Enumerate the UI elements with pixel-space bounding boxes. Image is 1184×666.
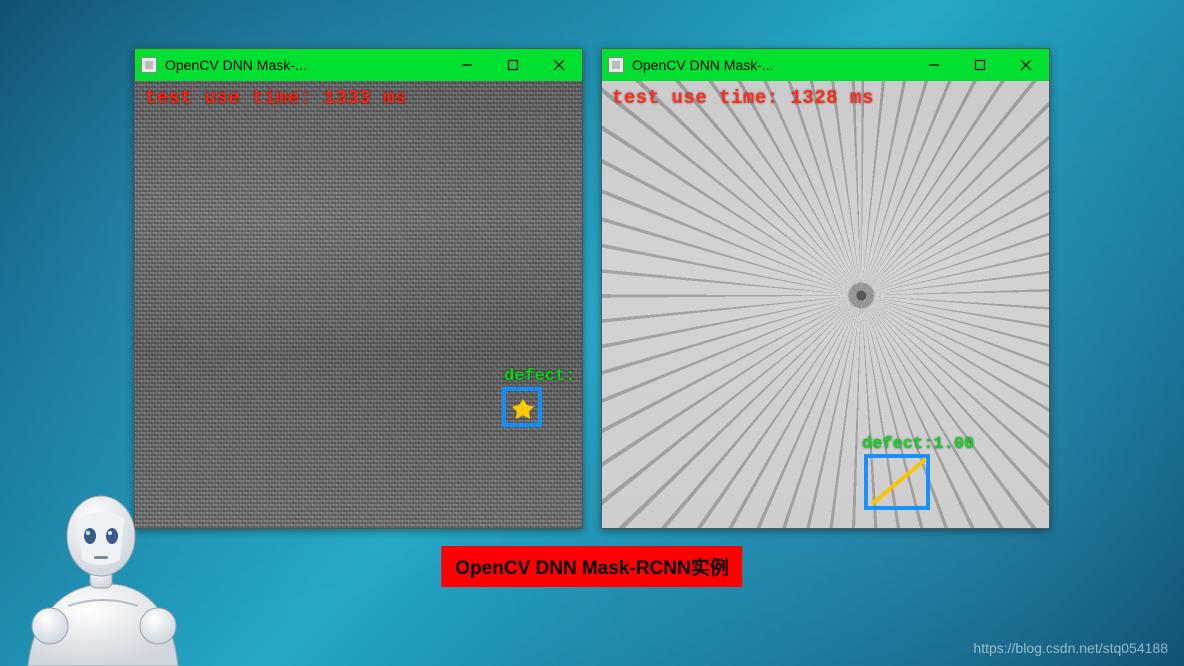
maximize-icon xyxy=(507,59,519,71)
detection-label: defect: xyxy=(504,367,575,386)
maximize-button[interactable] xyxy=(490,49,536,81)
timing-overlay: test use time: 1333 ms xyxy=(145,87,407,109)
window-title: OpenCV DNN Mask-... xyxy=(632,57,774,73)
minimize-button[interactable] xyxy=(444,49,490,81)
caption-banner: OpenCV DNN Mask-RCNN实例 xyxy=(441,546,742,587)
image-canvas: test use time: 1333 ms defect: xyxy=(135,81,582,528)
window-title: OpenCV DNN Mask-... xyxy=(165,57,307,73)
minimize-icon xyxy=(461,59,473,71)
detection-mask xyxy=(512,399,534,419)
detection-box xyxy=(864,454,930,510)
maximize-icon xyxy=(974,59,986,71)
maximize-button[interactable] xyxy=(957,49,1003,81)
close-button[interactable] xyxy=(536,49,582,81)
windows-container: OpenCV DNN Mask-... test use time: 1333 … xyxy=(0,48,1184,529)
titlebar[interactable]: OpenCV DNN Mask-... xyxy=(135,49,582,81)
detection-mask xyxy=(871,457,927,505)
close-icon xyxy=(1020,59,1032,71)
minimize-icon xyxy=(928,59,940,71)
close-icon xyxy=(553,59,565,71)
watermark-text: https://blog.csdn.net/stq054188 xyxy=(973,640,1168,656)
app-icon xyxy=(608,57,624,73)
detection-box xyxy=(502,387,542,427)
image-canvas: test use time: 1328 ms defect:1.00 xyxy=(602,81,1049,528)
timing-overlay: test use time: 1328 ms xyxy=(612,87,874,109)
app-icon xyxy=(141,57,157,73)
robot-mascot xyxy=(8,466,188,666)
robot-icon xyxy=(8,466,188,666)
app-window-right: OpenCV DNN Mask-... test use time: 1328 … xyxy=(601,48,1050,529)
app-window-left: OpenCV DNN Mask-... test use time: 1333 … xyxy=(134,48,583,529)
detection-label: defect:1.00 xyxy=(862,435,974,454)
minimize-button[interactable] xyxy=(911,49,957,81)
close-button[interactable] xyxy=(1003,49,1049,81)
titlebar[interactable]: OpenCV DNN Mask-... xyxy=(602,49,1049,81)
